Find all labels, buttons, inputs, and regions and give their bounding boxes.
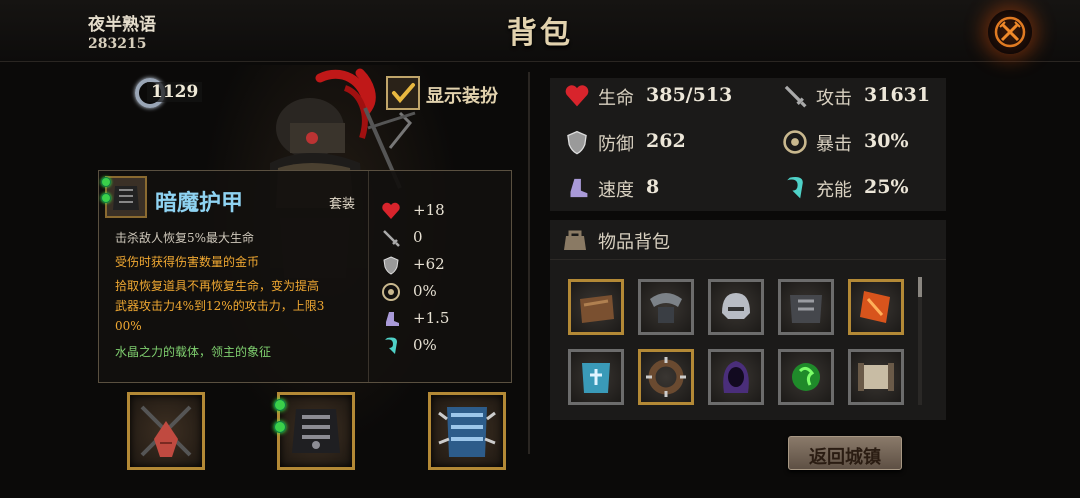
stat-attack-value: 31631 [864, 84, 931, 106]
item-set-label: 套装 [329, 197, 356, 212]
socket-gem-icon [101, 193, 111, 203]
character-stats-panel: 生命 385/513 攻击 31631 防御 262 暴击 30% 速度 8 充… [550, 78, 946, 211]
boot-icon [570, 178, 588, 198]
item-stat-value: 0% [413, 336, 437, 354]
equip-slot-armor[interactable] [274, 392, 355, 470]
item-stat-value: 0 [413, 228, 423, 246]
inventory-slot[interactable] [568, 279, 624, 335]
stat-speed-label: 速度 [598, 180, 634, 201]
crit-icon [783, 130, 807, 154]
stat-energy-label: 充能 [816, 180, 852, 201]
item-stat-energy: 0% [381, 334, 509, 358]
page-title: 背包 [507, 16, 573, 51]
energy-icon [787, 176, 803, 199]
item-desc-line: 击杀敌人恢复5%最大生命 [115, 231, 255, 245]
stat-attack-label: 攻击 [816, 88, 852, 109]
item-stat-crit: 0% [381, 280, 509, 304]
show-outfit-label: 显示装扮 [426, 86, 498, 107]
item-stat-value: 0% [413, 282, 437, 300]
inventory-slot[interactable] [778, 279, 834, 335]
item-stat-hp: +18 [381, 199, 509, 223]
crit-icon [382, 283, 400, 301]
return-to-town-label: 返回城镇 [809, 447, 881, 468]
item-thumbnail [105, 176, 147, 218]
item-stat-value: +62 [413, 255, 445, 273]
inventory-slot[interactable] [848, 349, 904, 405]
item-stat-value: +18 [413, 201, 445, 219]
return-to-town-button[interactable]: 返回城镇 [788, 436, 902, 470]
inventory-slot[interactable] [708, 349, 764, 405]
heart-icon [565, 85, 589, 107]
item-name: 暗魔护甲 [155, 190, 244, 216]
power-value: 1129 [147, 82, 203, 102]
item-stat-attack: 0 [381, 226, 509, 250]
spiked-collar-icon [646, 357, 686, 397]
crossed-weapon-icon [140, 405, 192, 457]
inventory-slot[interactable] [708, 279, 764, 335]
green-orb-icon [792, 363, 820, 391]
stat-hp-value: 385/513 [646, 84, 733, 106]
inventory-header: 物品背包 [550, 220, 946, 260]
top-bar: 夜半熟语 283215 背包 [0, 0, 1080, 62]
shield-icon [567, 130, 587, 155]
equip-slot-accessory[interactable] [428, 392, 506, 470]
inventory-scroll-thumb[interactable] [918, 277, 922, 297]
item-desc-line: 拾取恢复道具不再恢复生命，变为提高 [115, 279, 320, 293]
item-stat-defense: +62 [381, 253, 509, 277]
shield-icon [383, 256, 399, 275]
inventory-slot[interactable] [848, 279, 904, 335]
power-badge: 1129 [135, 78, 203, 108]
stat-defense-label: 防御 [598, 134, 634, 155]
item-desc-line: 00% [115, 319, 142, 333]
stat-hp-label: 生命 [598, 88, 634, 109]
paper-scroll-icon [858, 363, 894, 391]
purple-hood-icon [723, 361, 749, 393]
item-detail-info: 暗魔护甲 套装 击杀敌人恢复5%最大生命 受伤时获得伤害数量的金币 拾取恢复道具… [99, 171, 369, 382]
sword-icon [383, 230, 400, 247]
inventory-slot[interactable] [638, 279, 694, 335]
dark-armor-icon [113, 186, 139, 210]
dark-armor-icon [292, 409, 340, 453]
item-desc-line: 武器攻击力4%到12%的攻击力，上限3 [115, 299, 325, 313]
equip-slot-weapon[interactable] [127, 392, 205, 470]
inventory-slot[interactable] [568, 349, 624, 405]
boot-icon [386, 312, 399, 326]
checkmark-icon [392, 83, 415, 104]
blue-armor-icon [438, 407, 496, 457]
steel-helm-icon [722, 293, 750, 319]
inventory-slot[interactable] [778, 349, 834, 405]
item-stat-speed: +1.5 [381, 307, 509, 331]
blue-armor-icon [582, 363, 610, 393]
item-desc-line: 水晶之力的载体，领主的象征 [115, 345, 272, 359]
panel-divider [528, 72, 530, 454]
inventory-scrollbar[interactable] [918, 277, 922, 405]
item-desc-line: 受伤时获得伤害数量的金币 [115, 255, 260, 269]
item-stat-value: +1.5 [413, 309, 450, 327]
socket-gem-icon [101, 177, 111, 187]
stat-crit-label: 暴击 [816, 134, 852, 155]
crossed-swords-close-icon [994, 16, 1026, 48]
stat-speed-value: 8 [646, 176, 660, 198]
show-outfit-checkbox[interactable] [386, 76, 420, 110]
inventory-slot[interactable] [638, 349, 694, 405]
stat-defense-value: 262 [646, 130, 686, 152]
dark-chestplate-icon [790, 295, 822, 323]
brown-pouch-icon [580, 295, 614, 323]
item-detail-panel: 暗魔护甲 套装 击杀敌人恢复5%最大生命 受伤时获得伤害数量的金币 拾取恢复道具… [98, 170, 512, 383]
stat-crit-value: 30% [864, 130, 909, 152]
energy-icon [385, 337, 397, 354]
sword-icon [784, 85, 807, 108]
fire-scroll-icon [860, 291, 890, 323]
backpack-icon [564, 230, 586, 250]
inventory-title: 物品背包 [598, 232, 670, 253]
show-outfit-toggle[interactable]: 显示装扮 [386, 76, 516, 112]
heart-icon [382, 202, 400, 219]
stat-energy-value: 25% [864, 176, 909, 198]
steel-shoulder-icon [650, 293, 682, 323]
close-button[interactable] [988, 10, 1032, 54]
